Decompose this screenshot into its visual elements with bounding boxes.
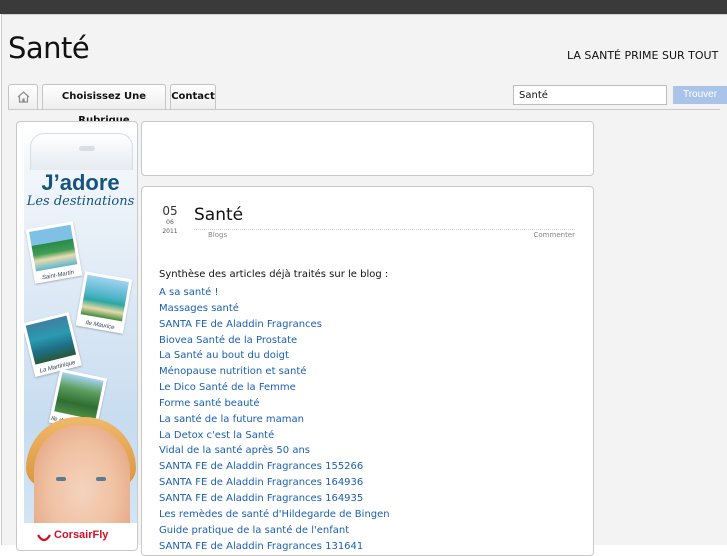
content-banner-box — [141, 121, 594, 176]
article-link[interactable]: SANTA FE de Aladdin Fragrances 131641 — [159, 539, 390, 555]
article-link[interactable]: SANTA FE de Aladdin Fragrances 155266 — [159, 459, 390, 475]
post-date-day: 05 — [162, 204, 178, 218]
article-link[interactable]: Vidal de la santé après 50 ans — [159, 443, 390, 459]
article-link[interactable]: La santé de la future maman — [159, 412, 390, 428]
ad-model-eye — [56, 477, 66, 481]
ad-hang-hole — [79, 146, 95, 151]
article-link[interactable]: SANTA FE de Aladdin Fragrances 164935 — [159, 491, 390, 507]
ad-photo-ile-maurice: Ile Maurice — [75, 271, 133, 334]
site-tagline: LA SANTÉ PRIME SUR TOUT — [567, 49, 719, 62]
article-link[interactable]: Le Dico Santé de la Femme — [159, 380, 390, 396]
nav-tab-contact[interactable]: Contact — [170, 84, 216, 109]
article-link[interactable]: A sa santé ! — [159, 285, 390, 301]
article-link[interactable]: Ménopause nutrition et santé — [159, 364, 390, 380]
corsair-logo-icon — [37, 534, 51, 542]
article-link[interactable]: Biovea Santé de la Prostate — [159, 333, 390, 349]
article-link[interactable]: La Detox c'est la Santé — [159, 428, 390, 444]
browser-top-bar — [0, 0, 727, 14]
ad-title: J’adore — [41, 170, 120, 195]
post-date-month: 06 — [166, 219, 174, 226]
article-link[interactable]: Forme santé beauté — [159, 396, 390, 412]
post-date-year: 2011 — [162, 228, 178, 235]
ad-subtitle: Les destinations — [26, 194, 135, 209]
ad-photo-caption: Saint-Martin — [41, 269, 75, 282]
nav-tab-rubrique[interactable]: Choisissez Une Rubrique — [42, 84, 166, 126]
post-title-divider — [194, 229, 575, 230]
ad-header-tab — [30, 133, 133, 170]
post-category-link[interactable]: Blogs — [208, 231, 227, 239]
ad-photo-saint-martin: Saint-Martin — [25, 221, 83, 284]
post-title[interactable]: Santé — [194, 205, 243, 225]
article-link[interactable]: La Santé au bout du doigt — [159, 348, 390, 364]
ad-photo-martinique: La Martinique — [24, 312, 82, 377]
article-link[interactable]: Guide pratique de la santé de l'enfant — [159, 523, 390, 539]
article-link[interactable]: Massages santé — [159, 301, 390, 317]
search-button[interactable]: Trouver — [673, 86, 727, 104]
site-title[interactable]: Santé — [8, 31, 90, 65]
ad-banner[interactable]: J’adore Les destinations Saint-Martin Il… — [24, 125, 137, 545]
search-input[interactable] — [513, 85, 667, 105]
post-intro: Synthèse des articles déjà traités sur l… — [159, 269, 389, 280]
article-link[interactable]: SANTA FE de Aladdin Fragrances — [159, 317, 390, 333]
ad-model-eye — [96, 477, 106, 481]
article-link[interactable]: SANTA FE de Aladdin Fragrances 164936 — [159, 475, 390, 491]
nav-home-tab[interactable] — [8, 84, 38, 109]
article-list: A sa santé ! Massages santé SANTA FE de … — [159, 285, 390, 554]
article-link[interactable]: Les remèdes de santé d'Hildegarde de Bin… — [159, 507, 390, 523]
home-icon — [17, 91, 29, 103]
post-comment-link[interactable]: Commenter — [534, 231, 575, 239]
ad-brand: CorsairFly — [54, 529, 109, 541]
nav-divider — [8, 109, 720, 110]
